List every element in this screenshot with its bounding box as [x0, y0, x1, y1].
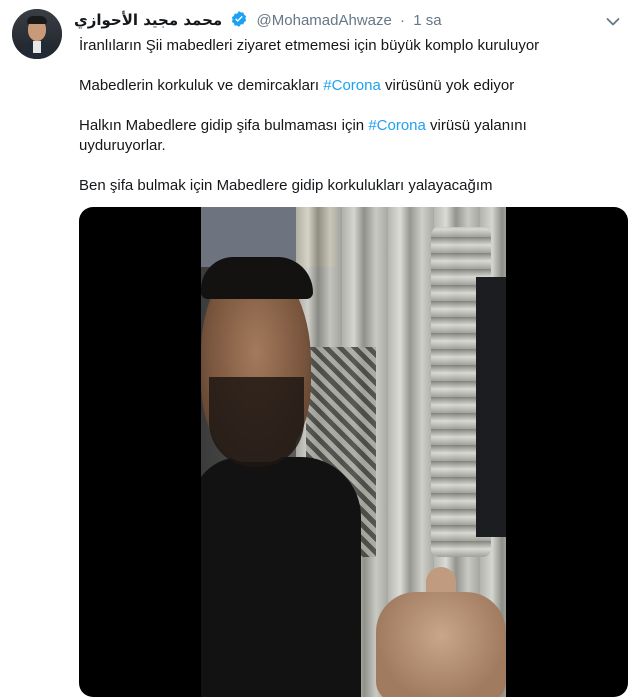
avatar[interactable]	[12, 9, 62, 59]
tweet-text-line-1: İranlıların Şii mabedleri ziyaret etmeme…	[79, 37, 540, 54]
tweet-timestamp[interactable]: 1 sa	[413, 12, 441, 29]
tweet-header: محمد مجيد الأحوازي @MohamadAhwaze · 1 sa	[74, 9, 600, 31]
video-scene-window	[476, 277, 506, 537]
hashtag-link[interactable]: #Corona	[368, 117, 426, 134]
author-handle[interactable]: @MohamadAhwaze	[257, 12, 392, 29]
separator-dot: ·	[400, 12, 406, 29]
hashtag-link[interactable]: #Corona	[323, 77, 381, 94]
tweet[interactable]: محمد مجيد الأحوازي @MohamadAhwaze · 1 sa…	[0, 0, 640, 697]
author-name[interactable]: محمد مجيد الأحوازي	[74, 11, 222, 29]
video-scene-person-beard	[209, 377, 304, 467]
video-scene-person-hair	[201, 257, 313, 299]
tweet-text: Halkın Mabedlere gidip şifa bulmaması iç…	[79, 117, 369, 134]
video-player[interactable]	[79, 207, 628, 697]
video-scene-hand	[376, 592, 506, 697]
video-scene-person-body	[201, 457, 361, 697]
avatar-hair	[27, 16, 47, 24]
tweet-text: Mabedlerin korkuluk ve demircakları	[79, 77, 324, 94]
tweet-text-line-2: Mabedlerin korkuluk ve demircakları #Cor…	[79, 76, 619, 96]
tweet-text: virüsünü yok ediyor	[380, 77, 515, 94]
video-frame	[201, 207, 506, 697]
avatar-collar	[33, 41, 41, 53]
tweet-text-line-3: Halkın Mabedlere gidip şifa bulmaması iç…	[79, 116, 559, 156]
chevron-down-icon[interactable]	[606, 14, 620, 26]
verified-badge-icon	[230, 10, 248, 35]
tweet-text-line-4: Ben şifa bulmak için Mabedlere gidip kor…	[79, 177, 493, 194]
